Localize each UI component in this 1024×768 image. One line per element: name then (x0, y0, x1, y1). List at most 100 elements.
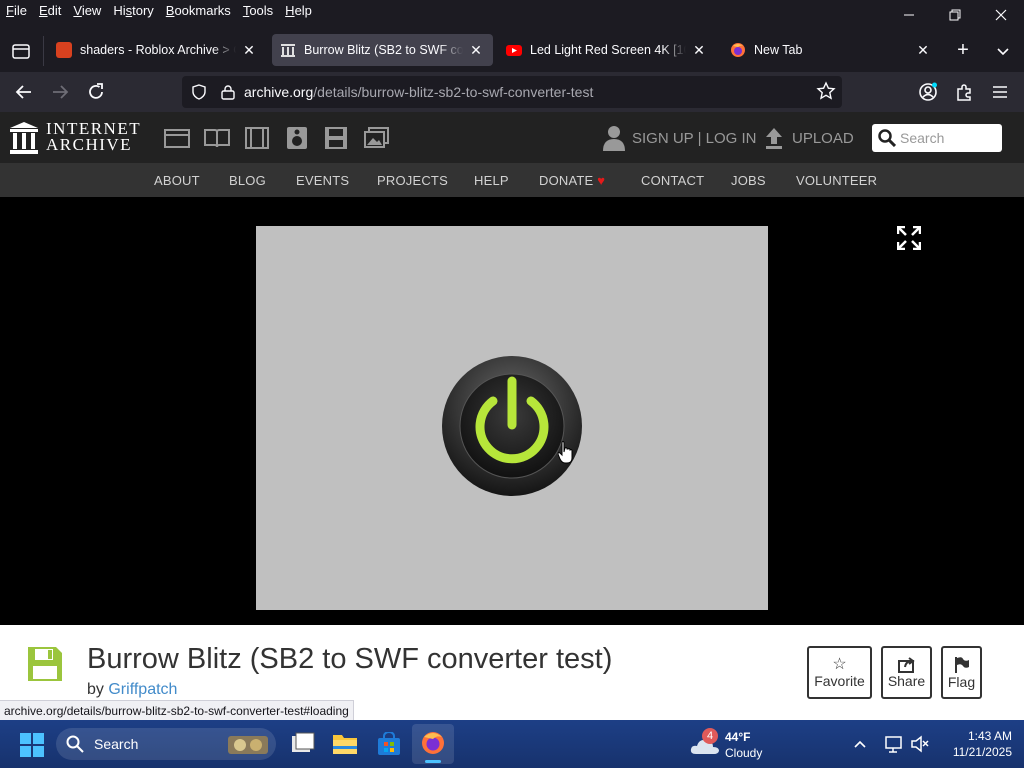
forward-button[interactable] (48, 80, 72, 104)
menu-bar: File Edit View History Bookmarks Tools H… (0, 0, 1024, 24)
nav-help[interactable]: HELP (474, 173, 509, 188)
ia-search-box[interactable]: Search (872, 124, 1002, 152)
volume-muted-icon[interactable] (910, 734, 930, 754)
web-icon[interactable] (164, 126, 190, 150)
ia-top-nav: INTERNET ARCHIVE SIGN UP | LOG IN UPLOAD… (0, 112, 1024, 163)
nav-donate-label: DONATE (539, 173, 594, 188)
back-button[interactable] (12, 80, 36, 104)
nav-blog[interactable]: BLOG (229, 173, 266, 188)
back-arrow-icon (15, 85, 31, 99)
ia-logo[interactable] (10, 122, 38, 154)
menu-help[interactable]: Help (279, 0, 318, 24)
taskbar-firefox[interactable] (412, 724, 454, 764)
author-link[interactable]: Griffpatch (108, 681, 177, 698)
close-tab-icon[interactable]: ✕ (240, 42, 258, 59)
archive-building-icon (10, 122, 38, 154)
flag-button[interactable]: Flag (941, 646, 982, 699)
tab-title: shaders - Roblox Archive > Client (80, 43, 236, 57)
firefox-view-button[interactable] (10, 40, 32, 62)
user-icon[interactable] (603, 125, 625, 151)
nav-donate[interactable]: DONATE ♥ (539, 173, 605, 188)
video-icon[interactable] (244, 126, 270, 150)
taskbar-clock[interactable]: 1:43 AM 11/21/2025 (938, 728, 1012, 760)
tab-separator (43, 36, 44, 66)
floppy-disk-icon (28, 647, 62, 681)
task-view-icon[interactable] (290, 732, 316, 756)
close-window-button[interactable] (978, 0, 1024, 30)
search-icon (878, 129, 896, 147)
share-button[interactable]: Share (881, 646, 932, 699)
menu-tools[interactable]: Tools (237, 0, 279, 24)
tab-new-tab[interactable]: New Tab ✕ (722, 34, 940, 66)
restore-icon (949, 9, 961, 21)
tracking-protection-icon[interactable] (184, 84, 214, 100)
url-bar[interactable]: archive.org/details/burrow-blitz-sb2-to-… (182, 76, 842, 108)
taskbar-search[interactable]: Search (56, 728, 276, 760)
nav-about[interactable]: ABOUT (154, 173, 200, 188)
app-menu-button[interactable] (988, 80, 1012, 104)
bookmark-star-button[interactable] (816, 80, 836, 104)
upload-icon[interactable] (764, 126, 784, 150)
images-icon[interactable] (364, 126, 390, 150)
menu-file[interactable]: File (0, 0, 33, 24)
close-tab-icon[interactable]: ✕ (690, 42, 708, 59)
account-button[interactable] (916, 80, 940, 104)
start-button[interactable] (20, 733, 44, 757)
tab-title: New Tab (754, 43, 803, 57)
search-icon (66, 735, 84, 753)
software-icon[interactable] (324, 126, 348, 150)
file-explorer-icon[interactable] (332, 732, 358, 756)
windows-taskbar: Search 4 44°F Cloudy 1:43 AM 11/21/2025 (0, 720, 1024, 768)
firefox-icon (422, 732, 444, 754)
forward-arrow-icon (53, 85, 69, 99)
item-title: Burrow Blitz (SB2 to SWF converter test) (87, 643, 613, 675)
minimize-button[interactable] (886, 0, 932, 30)
tab-shaders[interactable]: shaders - Roblox Archive > Client ✕ (48, 34, 266, 66)
tab-title: Burrow Blitz (SB2 to SWF converter test) (304, 43, 463, 57)
microsoft-store-icon[interactable] (376, 731, 402, 756)
show-hidden-icons-button[interactable] (852, 736, 868, 752)
close-tab-icon[interactable]: ✕ (914, 42, 932, 59)
audio-icon[interactable] (286, 126, 308, 150)
close-icon (995, 9, 1007, 21)
youtube-favicon-icon (506, 42, 522, 58)
fullscreen-button[interactable] (896, 225, 922, 251)
favorite-button[interactable]: ☆ Favorite (807, 646, 872, 699)
ia-logo-text[interactable]: INTERNET ARCHIVE (46, 120, 141, 153)
url-host: archive.org (244, 84, 314, 100)
chevron-up-icon (854, 740, 866, 748)
weather-widget[interactable]: 4 44°F Cloudy (690, 728, 770, 762)
nav-contact[interactable]: CONTACT (641, 173, 704, 188)
network-icon[interactable] (884, 734, 904, 754)
tab-led-light[interactable]: Led Light Red Screen 4K [10 Hours] ✕ (498, 34, 716, 66)
windows-logo-icon (20, 733, 44, 757)
url-text[interactable]: archive.org/details/burrow-blitz-sb2-to-… (244, 84, 593, 100)
signup-login-link[interactable]: SIGN UP | LOG IN (632, 130, 756, 147)
share-icon (897, 656, 915, 673)
new-tab-button[interactable]: + (952, 40, 974, 62)
menu-history[interactable]: History (107, 0, 159, 24)
menu-view[interactable]: View (67, 0, 107, 24)
power-button-icon[interactable] (441, 355, 583, 497)
lock-icon[interactable] (214, 84, 242, 100)
close-tab-icon[interactable]: ✕ (467, 42, 485, 59)
nav-projects[interactable]: PROJECTS (377, 173, 448, 188)
texts-icon[interactable] (204, 126, 230, 150)
puzzle-piece-icon (957, 84, 971, 101)
nav-jobs[interactable]: JOBS (731, 173, 766, 188)
extensions-button[interactable] (952, 80, 976, 104)
list-all-tabs-button[interactable] (992, 40, 1014, 62)
reload-button[interactable] (84, 80, 108, 104)
menu-bookmarks[interactable]: Bookmarks (160, 0, 237, 24)
tab-title: Led Light Red Screen 4K [10 Hours] (530, 43, 686, 57)
active-app-indicator (425, 760, 441, 763)
emulator-player[interactable] (256, 226, 768, 610)
nav-volunteer[interactable]: VOLUNTEER (796, 173, 877, 188)
restore-button[interactable] (932, 0, 978, 30)
nav-events[interactable]: EVENTS (296, 173, 349, 188)
upload-link[interactable]: UPLOAD (792, 130, 854, 147)
ia-search-input[interactable]: Search (900, 130, 944, 146)
ia-secondary-nav: ABOUT BLOG EVENTS PROJECTS HELP DONATE ♥… (0, 163, 1024, 197)
menu-edit[interactable]: Edit (33, 0, 67, 24)
tab-burrow-blitz[interactable]: Burrow Blitz (SB2 to SWF converter test)… (272, 34, 493, 66)
